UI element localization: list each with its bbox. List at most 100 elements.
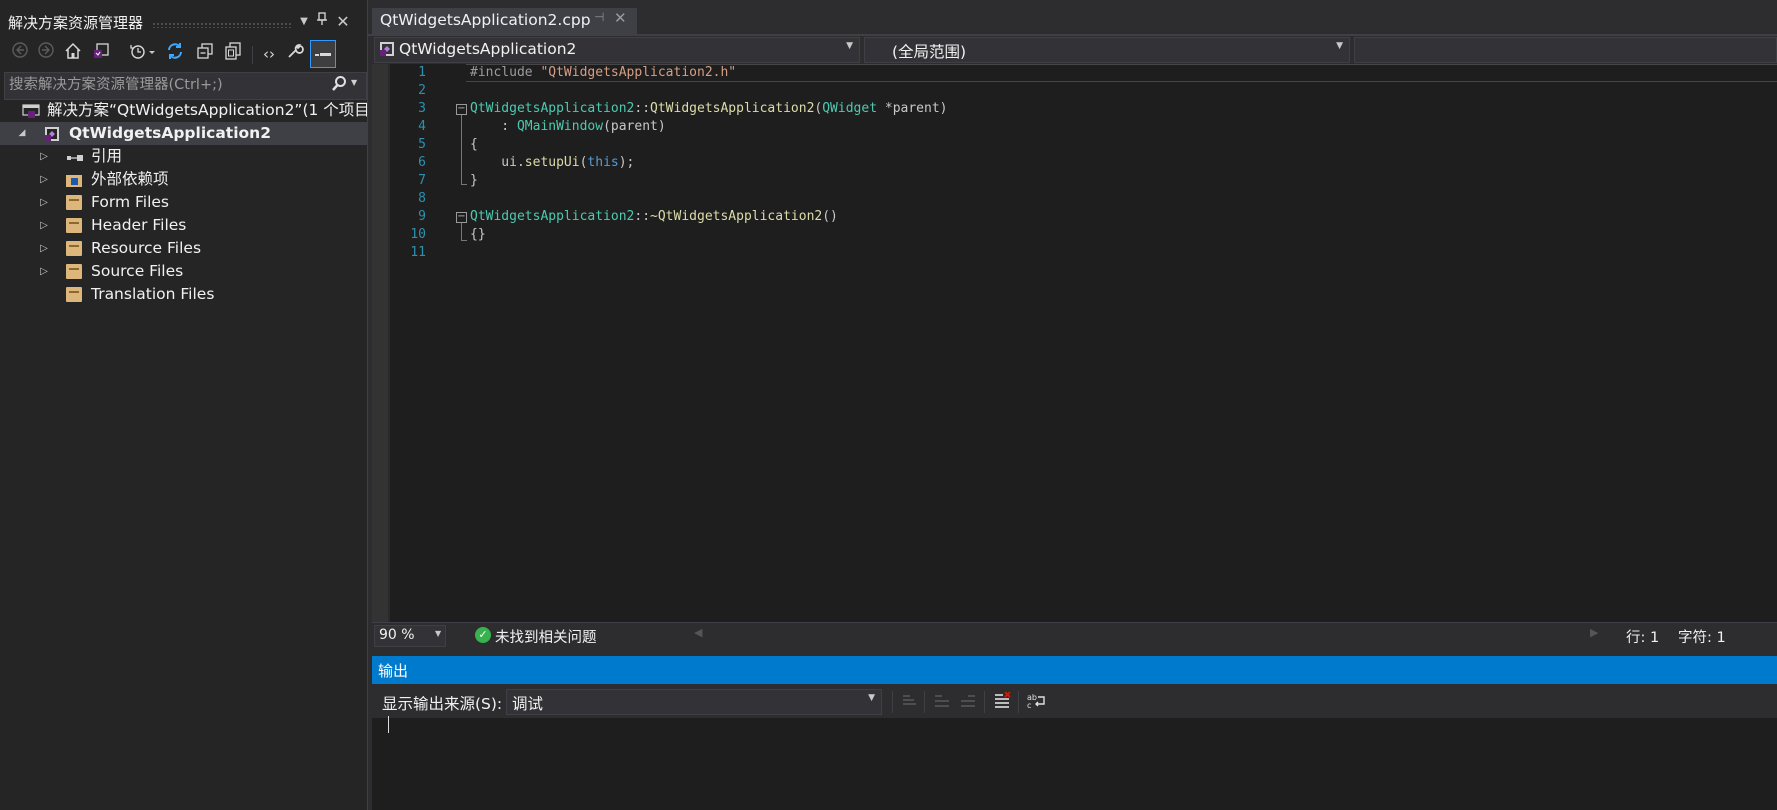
brace: { (470, 137, 478, 152)
tab-qtwidgetsapplication2-cpp[interactable]: QtWidgetsApplication2.cpp ⊣ ✕ (372, 8, 637, 34)
tab-label: QtWidgetsApplication2.cpp (380, 11, 591, 29)
expand-arrow-icon[interactable]: ▷ (38, 214, 50, 237)
next-message-icon[interactable] (958, 691, 978, 715)
expand-arrow-icon[interactable]: ▷ (38, 237, 50, 260)
project-label: QtWidgetsApplication2 (69, 124, 271, 142)
clear-all-icon[interactable] (992, 691, 1012, 715)
expand-arrow-icon[interactable]: ▷ (38, 191, 50, 214)
home-icon[interactable] (62, 42, 84, 66)
scope-operator: :: (634, 209, 651, 224)
code-editor[interactable] (372, 64, 1777, 622)
sync-icon[interactable] (164, 42, 186, 66)
text-caret (388, 716, 389, 733)
tree-item-solution[interactable]: 解决方案“QtWidgetsApplication2”(1 个项目/共 (0, 99, 367, 122)
indicator-margin (372, 64, 388, 622)
fold-guide (461, 223, 462, 241)
previous-message-icon[interactable] (932, 691, 952, 715)
code-line-5: { (470, 136, 478, 154)
close-icon[interactable]: ✕ (334, 10, 352, 34)
toolbar-separator (924, 691, 925, 713)
chevron-down-icon: ▼ (868, 693, 875, 703)
project-dropdown[interactable]: QtWidgetsApplication2 ▼ (374, 37, 860, 63)
find-message-icon[interactable] (900, 691, 920, 715)
code-line-6: ui.setupUi(this); (470, 154, 634, 172)
qt-project-icon (379, 41, 395, 61)
show-all-files-icon[interactable] (222, 42, 244, 66)
tree-item-label: Header Files (91, 216, 187, 234)
destructor-name: QtWidgetsApplication2 (657, 209, 823, 224)
search-input[interactable] (9, 75, 329, 95)
output-toolbar: 显示输出来源(S): 调试 ▼ ab c (372, 684, 1777, 718)
properties-icon[interactable] (284, 42, 306, 66)
line-number: 8 (418, 191, 426, 206)
qt-project-icon (44, 126, 60, 141)
collapse-arrow-icon[interactable]: ◢ (16, 122, 28, 145)
class-name: QtWidgetsApplication2 (470, 209, 635, 224)
tree-item-header-files[interactable]: ▷ Header Files (0, 214, 367, 237)
expand-arrow-icon[interactable]: ▷ (38, 145, 50, 168)
line-number: 2 (418, 83, 426, 98)
titlebar-grip[interactable] (152, 22, 292, 28)
collapse-all-icon[interactable] (194, 42, 216, 66)
param-name: parent (892, 101, 940, 116)
collapse-region-icon[interactable]: − (456, 212, 467, 223)
chevron-down-icon: ▼ (1336, 41, 1343, 51)
search-options-dropdown-icon[interactable]: ▼ (351, 78, 357, 87)
issues-status[interactable]: 未找到相关问题 (495, 626, 597, 647)
back-icon[interactable] (10, 42, 30, 66)
tree-item-translation-files[interactable]: Translation Files (0, 283, 367, 306)
member-dropdown[interactable] (1354, 37, 1777, 63)
tree-item-external-dependencies[interactable]: ▷ 外部依赖项 (0, 168, 367, 191)
preview-icon[interactable] (310, 40, 336, 68)
code-line-1: #include "QtWidgetsApplication2.h" (470, 64, 736, 82)
view-code-icon[interactable]: ‹› (258, 42, 280, 66)
tree-item-references[interactable]: ▷ 引用 (0, 145, 367, 168)
solution-explorer-panel: 解决方案资源管理器 ▼ ✕ ‹› 搜索解决方案资源管理器(Ctrl+;) ▼ 解… (0, 0, 368, 810)
zoom-dropdown[interactable]: 90 % ▼ (374, 625, 446, 647)
switch-views-icon[interactable] (90, 42, 112, 66)
line-number: 3 (418, 101, 426, 116)
solution-explorer-titlebar: 解决方案资源管理器 ▼ ✕ (0, 8, 367, 36)
brace: {} (470, 227, 486, 242)
history-icon[interactable] (128, 42, 158, 66)
tree-item-form-files[interactable]: ▷ Form Files (0, 191, 367, 214)
paren: ); (618, 155, 635, 170)
scope-dropdown[interactable]: (全局范围) ▼ (864, 37, 1350, 63)
tree-item-source-files[interactable]: ▷ Source Files (0, 260, 367, 283)
solution-icon (22, 103, 40, 118)
line-number: 10 (410, 227, 426, 242)
output-titlebar: 输出 (372, 656, 1777, 684)
scroll-left-icon[interactable]: ◀ (694, 626, 702, 639)
arg-name: parent (610, 119, 658, 134)
paren: ( (603, 119, 611, 134)
code-line-4: : QMainWindow(parent) (470, 118, 665, 136)
tab-close-icon[interactable]: ✕ (614, 9, 627, 27)
window-position-dropdown-icon[interactable]: ▼ (296, 10, 312, 34)
preprocessor-directive: #include (470, 65, 533, 80)
keyword: this (587, 155, 619, 170)
line-number: 1 (418, 65, 426, 80)
paren: ) (939, 101, 948, 116)
tab-pin-icon[interactable]: ⊣ (594, 10, 604, 24)
search-icon[interactable] (331, 75, 349, 95)
output-source-label: 显示输出来源(S): (382, 695, 503, 713)
tree-item-project[interactable]: ◢ QtWidgetsApplication2 (0, 122, 367, 145)
param-type: QWidget (822, 101, 878, 116)
pin-icon[interactable] (314, 10, 330, 34)
collapse-region-icon[interactable]: − (456, 104, 467, 115)
output-source-dropdown[interactable]: 调试 ▼ (506, 689, 882, 715)
expand-arrow-icon[interactable]: ▷ (38, 168, 50, 191)
destructor-tilde: ~ (650, 209, 658, 224)
tree-item-label: Resource Files (91, 239, 202, 257)
word-wrap-icon[interactable]: ab c (1026, 691, 1048, 715)
scroll-right-icon[interactable]: ▶ (1590, 626, 1598, 639)
line-number: 7 (418, 173, 426, 188)
include-path: "QtWidgetsApplication2.h" (540, 65, 737, 80)
expand-arrow-icon[interactable]: ▷ (38, 260, 50, 283)
tree-item-resource-files[interactable]: ▷ Resource Files (0, 237, 367, 260)
output-text-area[interactable] (372, 718, 1777, 810)
scope-dropdown-value: (全局范围) (892, 43, 967, 61)
brace: } (470, 173, 478, 188)
code-line-3: QtWidgetsApplication2::QtWidgetsApplicat… (470, 100, 947, 118)
forward-icon[interactable] (36, 42, 56, 66)
